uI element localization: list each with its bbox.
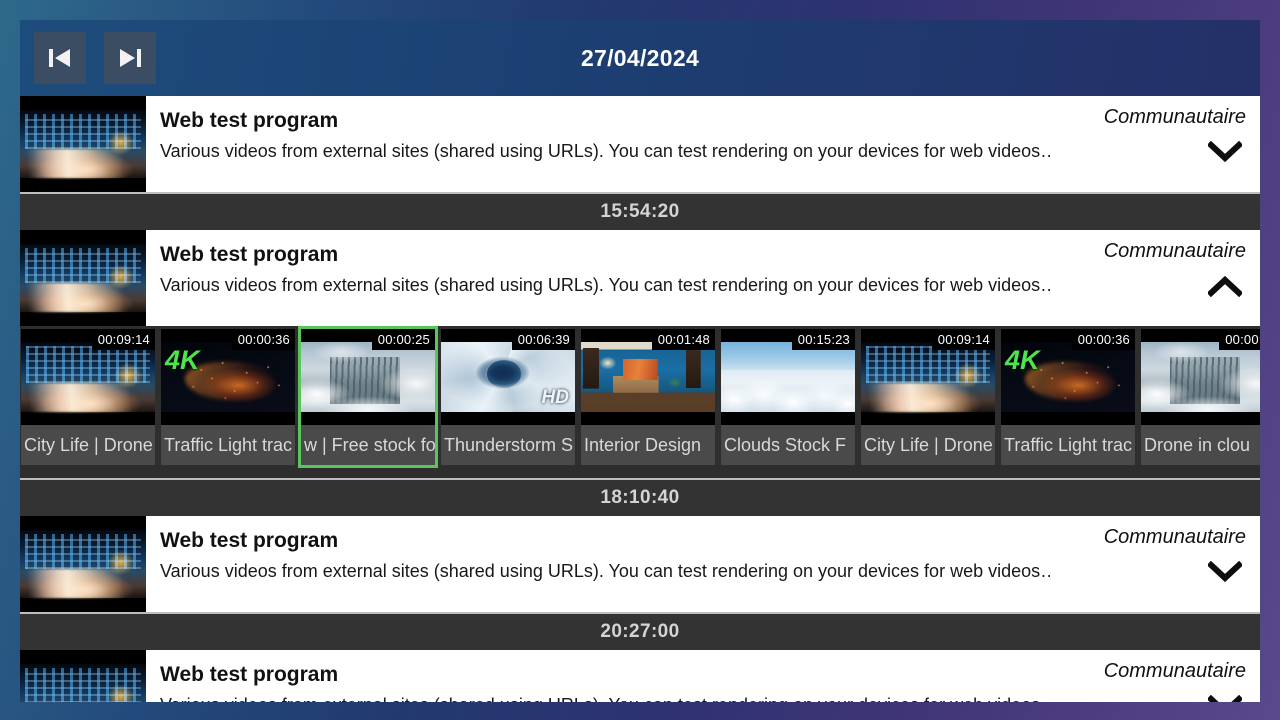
video-thumbnail: 00:09:14 — [21, 329, 155, 425]
chevron-down-icon[interactable] — [1208, 561, 1242, 583]
program-category: Communautaire — [1103, 660, 1246, 682]
video-thumbnail: HD 00:06:39 — [441, 329, 575, 425]
program-category: Communautaire — [1103, 106, 1246, 128]
video-thumbnail-art — [861, 342, 995, 412]
video-thumbnail-art — [301, 342, 435, 412]
video-caption: Clouds Stock F — [721, 425, 855, 465]
video-thumbnail-art — [1141, 342, 1260, 412]
video-card[interactable]: 4K 00:00:36 Traffic Light trac — [158, 326, 298, 468]
chevron-up-icon[interactable] — [1208, 275, 1242, 297]
video-duration: 00:00:36 — [1071, 329, 1135, 350]
program-row[interactable]: Web test program Various videos from ext… — [20, 516, 1260, 612]
video-duration: 00:00:36 — [231, 329, 295, 350]
program-row-expanded[interactable]: Web test program Various videos from ext… — [20, 230, 1260, 326]
video-thumbnail-art — [21, 342, 155, 412]
thumbnail-art — [20, 664, 146, 702]
video-thumbnail: 00:00:25 — [301, 329, 435, 425]
program-row[interactable]: Web test program Various videos from ext… — [20, 96, 1260, 192]
program-text: Web test program Various videos from ext… — [146, 230, 1050, 326]
video-thumbnail: 00:09:14 — [861, 329, 995, 425]
video-caption: Traffic Light trac — [1001, 425, 1135, 465]
video-caption: Drone in clou — [1141, 425, 1260, 465]
epg-header: 27/04/2024 — [20, 20, 1260, 96]
program-meta: Communautaire — [1050, 96, 1260, 192]
video-duration: 00:01:48 — [651, 329, 715, 350]
program-description: Various videos from external sites (shar… — [160, 141, 1050, 162]
program-thumbnail — [20, 516, 146, 612]
program-thumbnail — [20, 650, 146, 702]
program-row[interactable]: Web test program Various videos from ext… — [20, 650, 1260, 702]
thumbnail-art — [20, 110, 146, 178]
thumbnail-art — [20, 244, 146, 312]
program-meta: Communautaire — [1050, 516, 1260, 612]
time-separator-label: 15:54:20 — [600, 201, 680, 222]
video-thumbnail: 4K 00:00:36 — [1001, 329, 1135, 425]
time-separator: 20:27:00 — [20, 612, 1260, 650]
quality-badge-4k: 4K — [165, 345, 200, 375]
video-duration: 00:09:14 — [91, 329, 155, 350]
program-text: Web test program Various videos from ext… — [146, 516, 1050, 612]
time-separator-label: 18:10:40 — [600, 487, 680, 508]
video-card[interactable]: 00:00:2 Drone in clou — [1138, 326, 1260, 468]
video-caption: City Life | Drone — [861, 425, 995, 465]
video-thumbnail: 4K 00:00:36 — [161, 329, 295, 425]
video-card[interactable]: 00:01:48 Interior Design — [578, 326, 718, 468]
video-thumbnail-art — [581, 342, 715, 412]
skip-to-end-icon — [120, 49, 141, 67]
video-duration: 00:00:25 — [371, 329, 435, 350]
chevron-down-icon[interactable] — [1208, 695, 1242, 702]
program-title: Web test program — [160, 529, 339, 552]
video-thumbnail: 00:01:48 — [581, 329, 715, 425]
video-duration: 00:00:2 — [1219, 329, 1260, 350]
video-duration: 00:06:39 — [511, 329, 575, 350]
program-description: Various videos from external sites (shar… — [160, 694, 1050, 702]
video-caption: w | Free stock fo — [301, 425, 435, 465]
desktop-backdrop: 27/04/2024 Web test program Various vide… — [0, 0, 1280, 720]
program-meta: Communautaire — [1050, 650, 1260, 702]
video-card[interactable]: 00:15:23 Clouds Stock F — [718, 326, 858, 468]
video-duration: 00:15:23 — [791, 329, 855, 350]
video-card[interactable]: 4K 00:00:36 Traffic Light trac — [998, 326, 1138, 468]
time-separator: 15:54:20 — [20, 192, 1260, 230]
program-category: Communautaire — [1103, 526, 1246, 548]
next-day-button[interactable] — [104, 32, 156, 84]
video-caption: City Life | Drone — [21, 425, 155, 465]
video-duration: 00:09:14 — [931, 329, 995, 350]
video-thumbnail: 00:00:2 — [1141, 329, 1260, 425]
prev-day-button[interactable] — [34, 32, 86, 84]
program-category: Communautaire — [1103, 240, 1246, 262]
program-title: Web test program — [160, 109, 339, 132]
video-thumbnail-art — [721, 342, 855, 412]
chevron-down-icon[interactable] — [1208, 141, 1242, 163]
video-thumbnail-strip[interactable]: 00:09:14 City Life | Drone 4K 00:00:36 Traff… — [20, 326, 1260, 478]
video-card[interactable]: 00:09:14 City Life | Drone — [858, 326, 998, 468]
program-text: Web test program Various videos from ext… — [146, 650, 1050, 702]
program-title: Web test program — [160, 663, 339, 686]
video-caption: Traffic Light trac — [161, 425, 295, 465]
skip-to-start-icon — [49, 49, 70, 67]
quality-badge-hd: HD — [541, 387, 569, 408]
program-text: Web test program Various videos from ext… — [146, 96, 1050, 192]
program-description: Various videos from external sites (shar… — [160, 561, 1050, 582]
video-caption: Thunderstorm S — [441, 425, 575, 465]
program-list[interactable]: Web test program Various videos from ext… — [20, 96, 1260, 702]
program-thumbnail — [20, 96, 146, 192]
thumbnail-art — [20, 530, 146, 598]
program-meta: Communautaire — [1050, 230, 1260, 326]
video-card[interactable]: HD 00:06:39 Thunderstorm S — [438, 326, 578, 468]
time-separator-label: 20:27:00 — [600, 621, 680, 642]
program-description: Various videos from external sites (shar… — [160, 275, 1050, 296]
video-thumbnail: 00:15:23 — [721, 329, 855, 425]
program-title: Web test program — [160, 243, 339, 266]
video-card[interactable]: 00:00:25 w | Free stock fo — [298, 326, 438, 468]
video-caption: Interior Design — [581, 425, 715, 465]
page-title: 27/04/2024 — [580, 44, 700, 71]
program-thumbnail — [20, 230, 146, 326]
time-separator: 18:10:40 — [20, 478, 1260, 516]
video-card[interactable]: 00:09:14 City Life | Drone — [20, 326, 158, 468]
epg-window: 27/04/2024 Web test program Various vide… — [20, 20, 1260, 702]
quality-badge-4k: 4K — [1005, 345, 1040, 375]
